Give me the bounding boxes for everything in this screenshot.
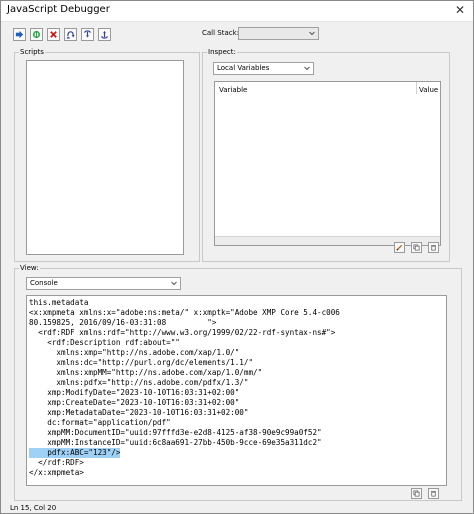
scripts-list[interactable] (26, 60, 184, 255)
close-icon[interactable]: ✕ (453, 3, 467, 17)
inspect-selected: Local Variables (217, 64, 270, 72)
resume-button[interactable] (13, 28, 26, 41)
call-stack-dropdown[interactable] (238, 27, 319, 40)
console-output[interactable]: this.metadata <x:xmpmeta xmlns:x="adobe:… (26, 295, 447, 486)
column-header-variable[interactable]: Variable (219, 86, 247, 94)
console-line: this.metadata (29, 298, 89, 307)
console-line-selected: pdfx:ABC="123"/> (29, 448, 121, 458)
step-out-icon (101, 30, 108, 39)
step-over-icon (66, 31, 75, 39)
delete-variable-button[interactable] (428, 242, 439, 253)
console-line: <rdf:RDF xmlns:rdf="http://www.w3.org/19… (29, 328, 336, 337)
chevron-down-icon (309, 31, 315, 36)
copy-icon (413, 490, 420, 497)
stop-button[interactable] (47, 28, 60, 41)
call-stack-label: Call Stack: (202, 29, 240, 37)
chevron-down-icon (304, 66, 310, 71)
horizontal-scrollbar[interactable] (215, 236, 440, 245)
console-line: 80.159825, 2016/09/16-03:31:08 "> (29, 318, 217, 327)
console-line: xmlns:xmp="http://ns.adobe.com/xap/1.0/" (29, 348, 240, 357)
step-over-button[interactable] (64, 28, 77, 41)
column-header-value[interactable]: Value (419, 86, 438, 94)
trash-icon (431, 245, 436, 251)
console-line: xmp:CreateDate="2023-10-10T16:03:31+02:0… (29, 398, 240, 407)
console-line: </x:xmpmeta> (29, 468, 84, 477)
console-line: dc:format="application/pdf" (29, 418, 171, 427)
console-line: xmlns:dc="http://purl.org/dc/elements/1.… (29, 358, 254, 367)
view-label: View: (19, 264, 40, 272)
copy-console-button[interactable] (411, 488, 422, 499)
view-dropdown[interactable]: Console (26, 277, 181, 290)
step-into-button[interactable] (81, 28, 94, 41)
title-bar: JavaScript Debugger ✕ (1, 1, 473, 22)
console-line: </rdf:RDF> (29, 458, 84, 467)
console-line: xmlns:xmpMM="http://ns.adobe.com/xap/1.0… (29, 368, 263, 377)
pause-icon (32, 30, 41, 39)
console-line: xmp:ModifyDate="2023-10-10T16:03:31+02:0… (29, 388, 240, 397)
stop-icon (50, 31, 57, 38)
inspect-label: Inspect: (207, 48, 237, 56)
variables-table[interactable]: Variable Value (214, 81, 441, 246)
chevron-down-icon (171, 281, 177, 286)
scripts-label: Scripts (19, 48, 45, 56)
console-line: xmlns:pdfx="http://ns.adobe.com/pdfx/1.3… (29, 378, 249, 387)
console-line: xmpMM:InstanceID="uuid:6c8aa691-27bb-450… (29, 438, 322, 447)
pencil-icon (396, 244, 403, 251)
copy-icon (413, 244, 420, 251)
inspect-dropdown[interactable]: Local Variables (213, 62, 314, 75)
column-divider[interactable] (416, 82, 417, 94)
cursor-position-status: Ln 15, Col 20 (10, 504, 57, 512)
pause-button[interactable] (30, 28, 43, 41)
console-line: xmp:MetadataDate="2023-10-10T16:03:31+02… (29, 408, 249, 417)
resume-icon (15, 30, 24, 39)
step-out-button[interactable] (98, 28, 111, 41)
debugger-window: JavaScript Debugger ✕ Call Stack: Script… (0, 0, 474, 514)
copy-variable-button[interactable] (411, 242, 422, 253)
edit-variable-button[interactable] (394, 242, 405, 253)
step-into-icon (84, 30, 91, 38)
console-line: <x:xmpmeta xmlns:x="adobe:ns:meta/" x:xm… (29, 308, 340, 317)
console-line: <rdf:Description rdf:about="" (29, 338, 180, 347)
console-line: xmpMM:DocumentID="uuid:97fffd3e-e2d8-412… (29, 428, 322, 437)
trash-icon (431, 491, 436, 497)
window-title: JavaScript Debugger (7, 4, 110, 15)
view-selected: Console (30, 279, 58, 287)
clear-console-button[interactable] (428, 488, 439, 499)
